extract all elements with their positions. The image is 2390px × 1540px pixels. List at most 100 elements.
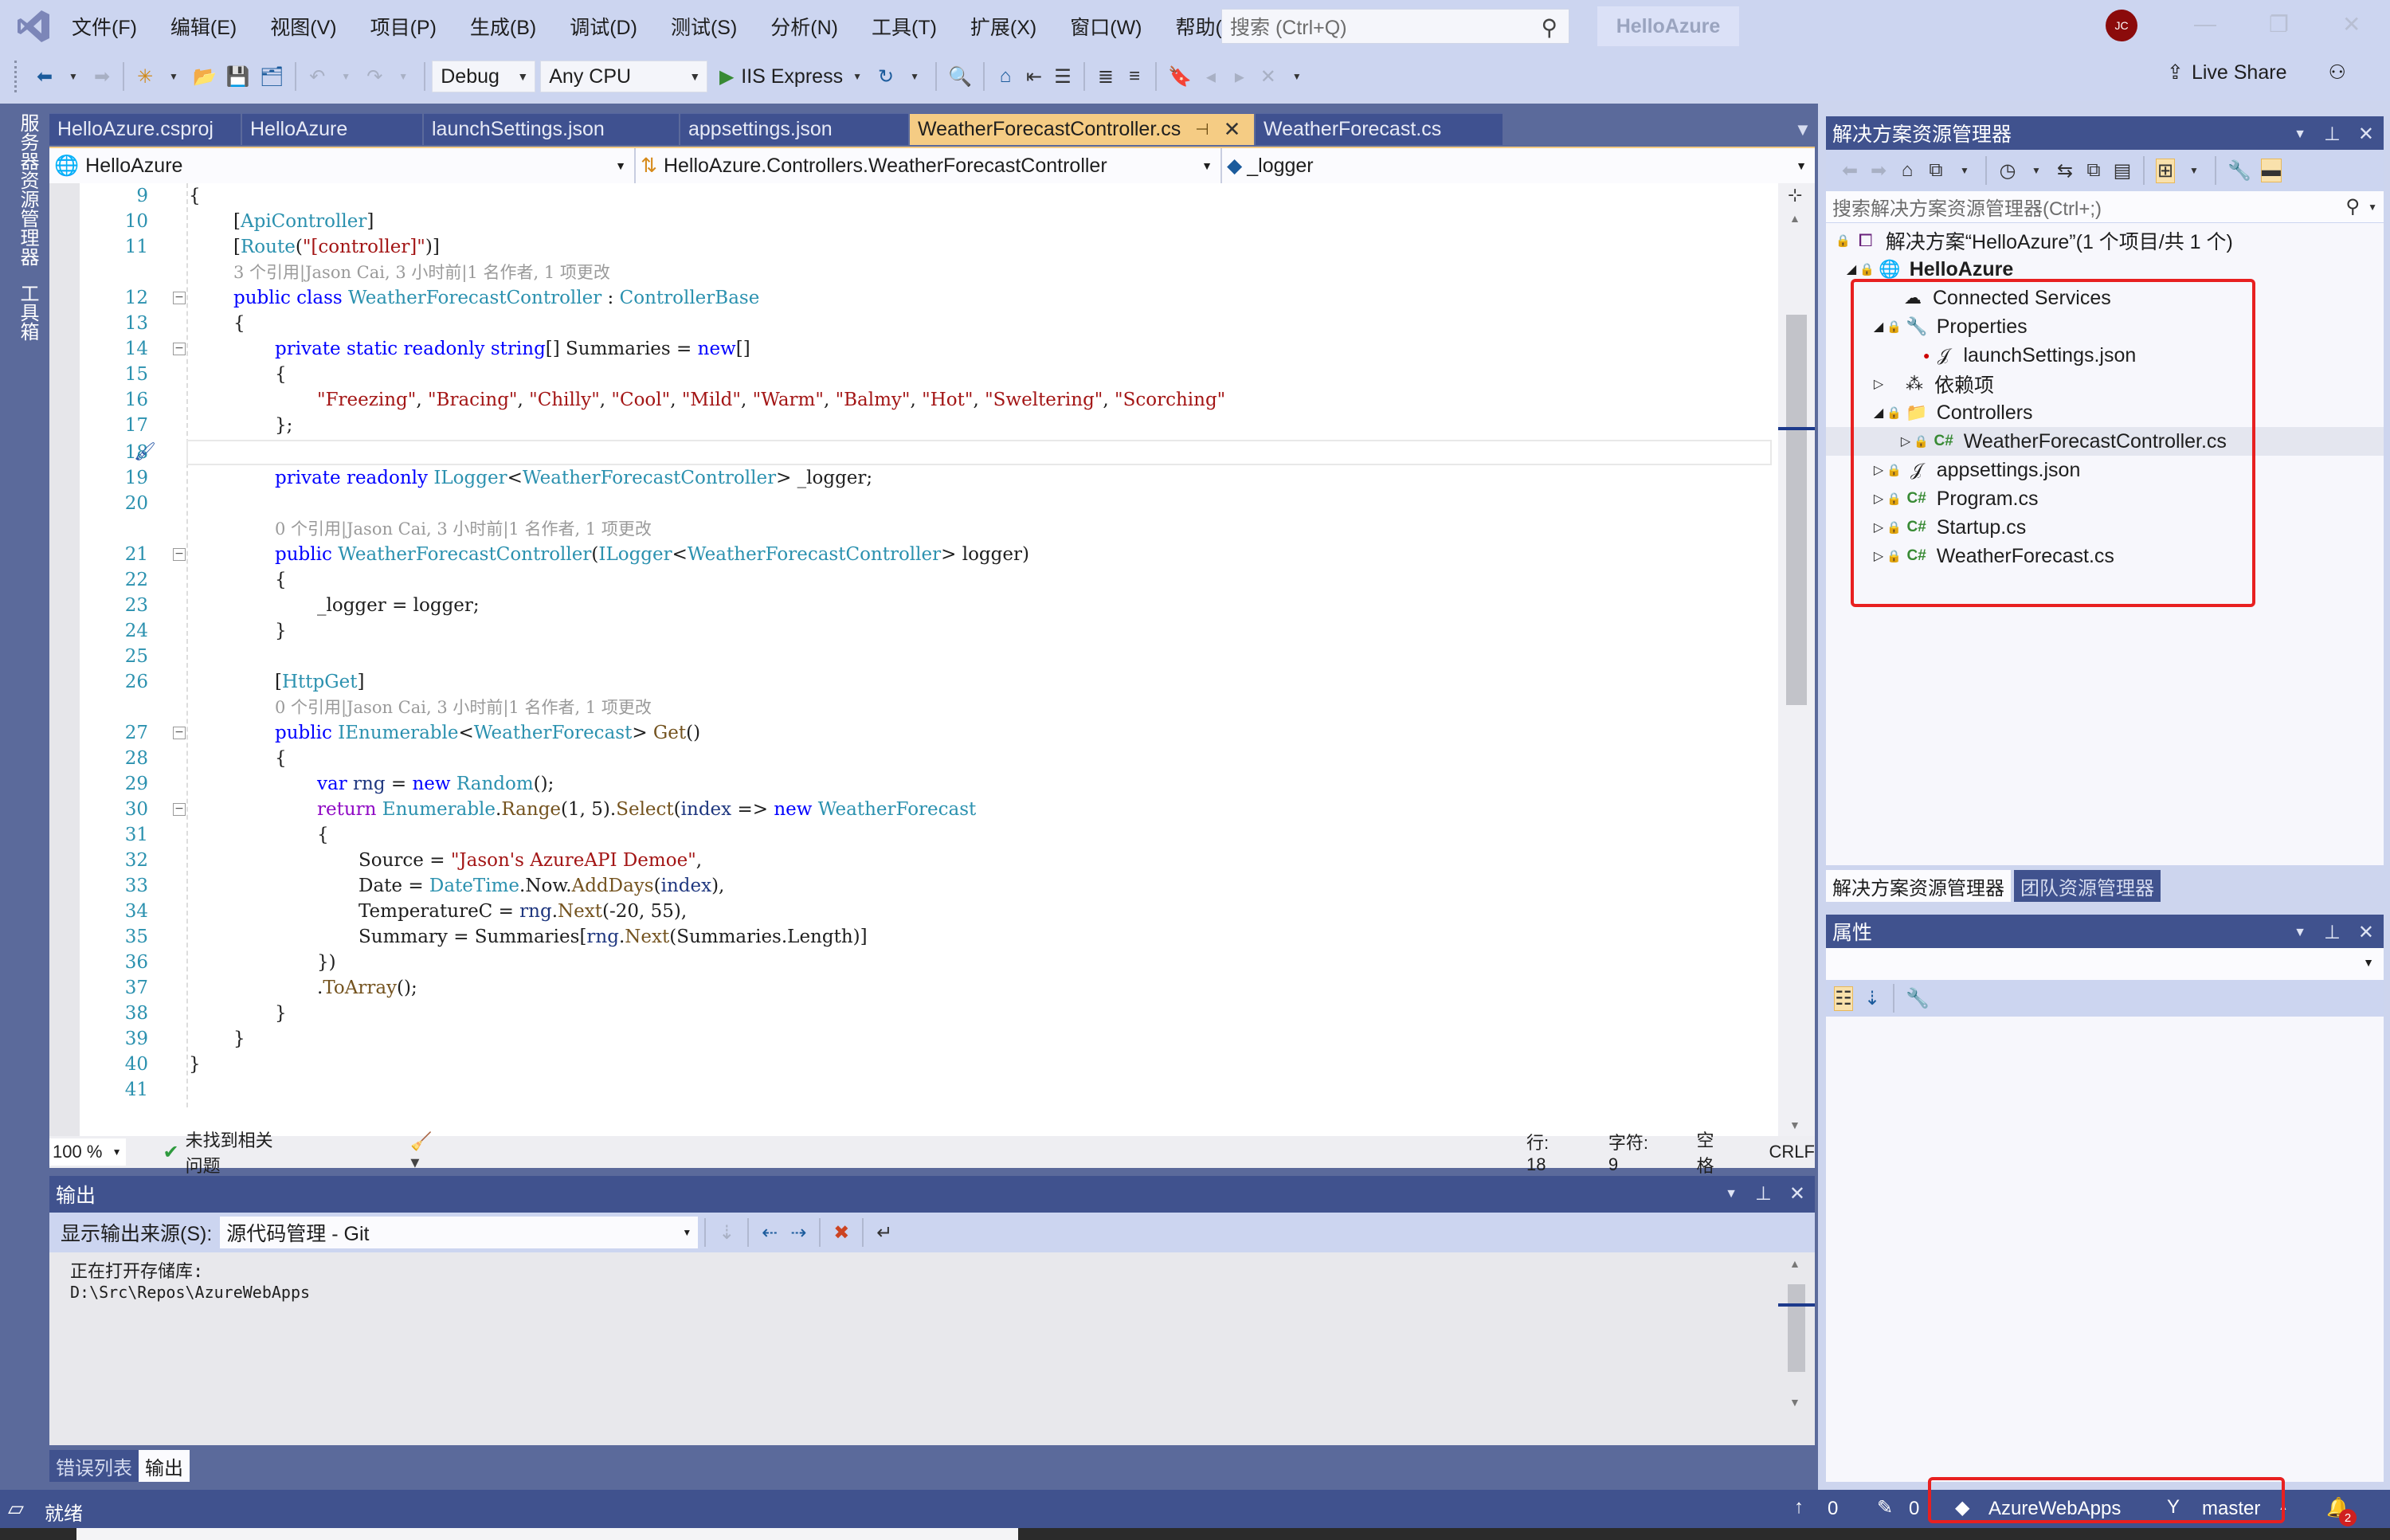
open-file-icon[interactable]: 📂 — [193, 65, 217, 88]
char-indicator[interactable]: 字符: 9 — [1608, 1129, 1652, 1175]
quick-actions-brush-icon[interactable]: 🖌 — [134, 440, 156, 465]
toolbar-overflow-icon[interactable]: ▼ — [1287, 71, 1307, 82]
switch-views-dropdown-icon[interactable]: ▼ — [1955, 165, 1974, 176]
save-icon[interactable]: 💾 — [226, 65, 250, 88]
property-pages-wrench-icon[interactable]: 🔧 — [1906, 987, 1930, 1010]
member-dropdown[interactable]: ◆ _logger ▼ — [1222, 148, 1815, 183]
scroll-up-icon[interactable]: ▲ — [1789, 212, 1800, 225]
pin-icon[interactable]: ⊥ — [2324, 921, 2341, 944]
output-window-icon[interactable]: ▱ — [8, 1496, 24, 1521]
redo-icon[interactable]: ↷ — [365, 65, 384, 88]
close-panel-icon[interactable]: ✕ — [1789, 1182, 1805, 1205]
unpushed-commits-count[interactable]: 0 — [1828, 1498, 1838, 1520]
scroll-up-icon[interactable]: ▲ — [1789, 1257, 1800, 1270]
code-cleanup-icon[interactable]: 🧹▾ — [410, 1131, 435, 1173]
server-explorer-tab[interactable]: 服务器资源管理器 — [14, 113, 38, 266]
configuration-select[interactable]: Debug ▼ — [432, 61, 536, 92]
browser-link-icon[interactable]: ⌂ — [996, 65, 1015, 88]
window-position-icon[interactable]: ▼ — [2294, 123, 2306, 146]
output-scrollbar[interactable]: ▲ ▼ — [1778, 1252, 1815, 1412]
pin-tab-icon[interactable]: ⊣ — [1195, 120, 1209, 139]
close-panel-icon[interactable]: ✕ — [2358, 921, 2374, 944]
filter-dropdown-icon[interactable]: ▼ — [2027, 165, 2046, 176]
zoom-select[interactable]: 100 % ▼ — [49, 1138, 127, 1166]
show-all-files-icon[interactable]: ▤ — [2113, 159, 2132, 182]
close-tab-icon[interactable]: ✕ — [1224, 117, 1241, 142]
find-message-icon[interactable]: ⇣ — [717, 1221, 736, 1244]
tab-appsettings[interactable]: appsettings.json — [680, 113, 908, 145]
auto-hide-icon[interactable]: ▬ — [2260, 159, 2282, 182]
feedback-person-icon[interactable]: ⚇ — [2328, 61, 2345, 84]
menu-build[interactable]: 生成(B) — [470, 12, 536, 41]
collapse-icon[interactable]: − — [173, 292, 186, 304]
tree-solution-node[interactable]: 🔒 ⧠ 解决方案“HelloAzure”(1 个项目/共 1 个) — [1836, 226, 2233, 255]
menu-extensions[interactable]: 扩展(X) — [970, 12, 1036, 41]
minimize-button[interactable]: — — [2194, 11, 2216, 37]
next-bookmark-icon[interactable]: ▸ — [1230, 65, 1249, 88]
previous-message-icon[interactable]: ⇠ — [760, 1221, 779, 1244]
bookmark-icon[interactable]: 🔖 — [1168, 65, 1192, 88]
output-text-area[interactable]: 正在打开存储库: D:\Src\Repos\AzureWebApps ▲ ▼ — [49, 1252, 1815, 1445]
collapse-all-icon[interactable]: ⧉ — [2084, 159, 2103, 182]
sync-icon[interactable]: ⇆ — [2055, 159, 2075, 182]
close-panel-icon[interactable]: ✕ — [2358, 123, 2374, 146]
pending-changes-filter-icon[interactable]: ◷ — [1998, 159, 2017, 182]
tab-solution-explorer[interactable]: 解决方案资源管理器 — [1826, 870, 2011, 902]
tab-output[interactable]: 输出 — [139, 1450, 190, 1482]
next-message-icon[interactable]: ⇢ — [789, 1221, 808, 1244]
live-share-button[interactable]: ⇪ Live Share ⚇ — [2167, 61, 2346, 84]
window-position-icon[interactable]: ▼ — [2294, 921, 2306, 944]
collapse-icon[interactable]: − — [173, 548, 186, 561]
properties-wrench-icon[interactable]: 🔧 — [2227, 159, 2251, 182]
scrollbar-thumb[interactable] — [1788, 1284, 1805, 1372]
redo-dropdown-icon[interactable]: ▼ — [394, 71, 413, 82]
clear-all-icon[interactable]: ✖ — [832, 1221, 851, 1244]
search-options-icon[interactable]: ▼ — [2368, 202, 2377, 213]
pin-icon[interactable]: ⊥ — [2324, 123, 2341, 146]
menu-view[interactable]: 视图(V) — [270, 12, 336, 41]
solution-explorer-search[interactable]: 搜索解决方案资源管理器(Ctrl+;) ⚲ ▼ — [1826, 191, 2384, 223]
tab-overflow-icon[interactable]: ▼ — [1794, 120, 1812, 140]
undo-icon[interactable]: ↶ — [308, 65, 327, 88]
tab-error-list[interactable]: 错误列表 — [49, 1450, 139, 1482]
menu-test[interactable]: 测试(S) — [671, 12, 737, 41]
window-position-icon[interactable]: ▼ — [1725, 1182, 1738, 1205]
maximize-button[interactable]: ❐ — [2269, 11, 2289, 37]
menu-analyze[interactable]: 分析(N) — [770, 12, 838, 41]
type-dropdown[interactable]: ⇅ HelloAzure.Controllers.WeatherForecast… — [636, 148, 1222, 183]
pending-changes-count[interactable]: 0 — [1909, 1498, 1919, 1520]
menu-window[interactable]: 窗口(W) — [1070, 12, 1142, 41]
navigate-back-icon[interactable]: ⬅ — [35, 65, 54, 88]
editor-vertical-scrollbar[interactable]: ⊹ ▲ ▼ — [1778, 183, 1815, 1136]
collapse-icon[interactable]: − — [173, 803, 186, 816]
search-input[interactable]: 搜索 (Ctrl+Q) ⚲ — [1221, 9, 1569, 44]
forward-icon[interactable]: ➡ — [1869, 159, 1888, 182]
menu-file[interactable]: 文件(F) — [72, 12, 137, 41]
clear-bookmarks-icon[interactable]: ✕ — [1259, 65, 1278, 88]
start-debug-icon[interactable]: ▶ — [717, 65, 736, 88]
avatar[interactable]: JC — [2106, 10, 2137, 41]
scrollbar-thumb[interactable] — [1786, 315, 1807, 705]
outline-icon[interactable]: ☰ — [1053, 65, 1072, 88]
word-wrap-icon[interactable]: ↵ — [875, 1221, 894, 1244]
uncomment-icon[interactable]: ≡ — [1125, 65, 1144, 88]
codelens[interactable]: 0 个引用|Jason Cai, 3 小时前|1 名作者, 1 项更改 — [275, 516, 652, 542]
tab-weather-forecast-controller[interactable]: WeatherForecastController.cs ⊣ ✕ — [910, 113, 1254, 145]
tab-team-explorer[interactable]: 团队资源管理器 — [2014, 870, 2161, 902]
alphabetical-sort-icon[interactable]: ⇣ — [1863, 987, 1882, 1010]
step-into-icon[interactable]: ⇤ — [1025, 65, 1044, 88]
scroll-down-icon[interactable]: ▼ — [1789, 1396, 1800, 1409]
collapse-icon[interactable]: − — [173, 343, 186, 355]
run-target-dropdown-icon[interactable]: ▼ — [848, 71, 867, 82]
preview-selected-icon[interactable]: ⊞ — [2156, 158, 2175, 183]
menu-debug[interactable]: 调试(D) — [570, 12, 637, 41]
categorized-icon[interactable]: ☷ — [1834, 986, 1853, 1011]
back-icon[interactable]: ⬅ — [1840, 159, 1859, 182]
close-button[interactable]: ✕ — [2342, 11, 2361, 37]
toolbar-grip[interactable] — [14, 61, 30, 92]
indent-indicator[interactable]: 空格 — [1696, 1127, 1724, 1178]
collapse-icon[interactable]: − — [173, 727, 186, 739]
project-dropdown[interactable]: 🌐 HelloAzure ▼ — [49, 148, 636, 183]
new-dropdown-icon[interactable]: ▼ — [164, 71, 183, 82]
run-target-button[interactable]: IIS Express — [741, 65, 843, 88]
